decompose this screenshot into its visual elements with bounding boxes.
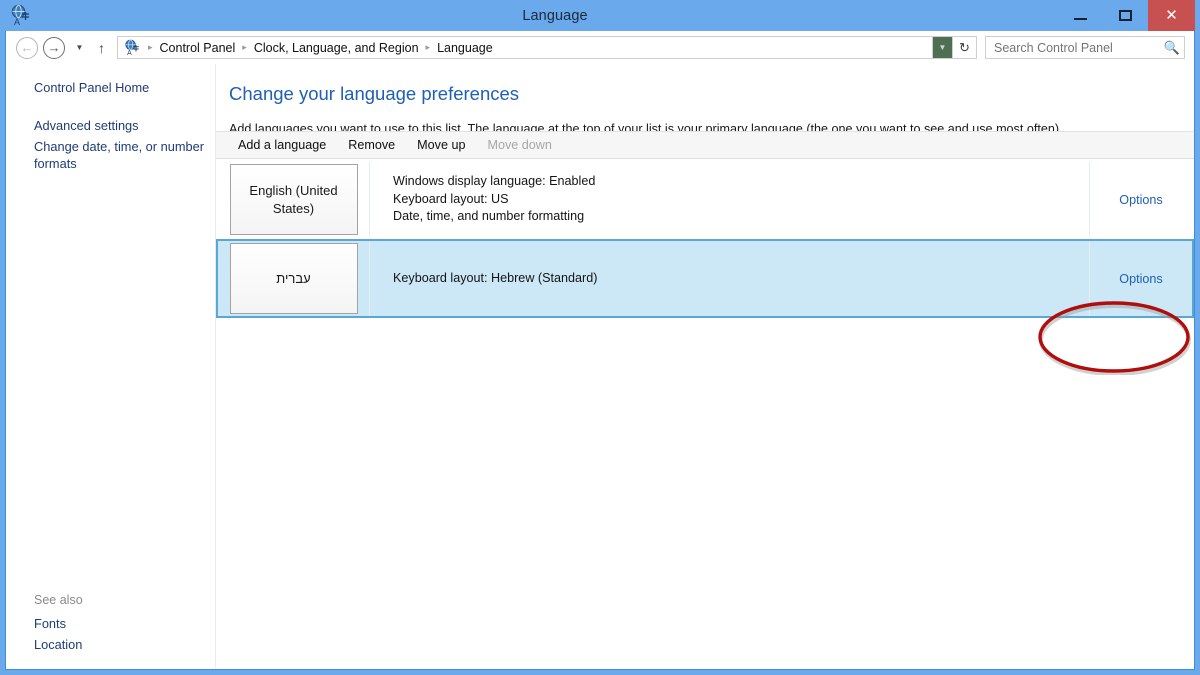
breadcrumb-item-language[interactable]: Language — [434, 41, 496, 55]
sidebar-item-control-panel-home[interactable]: Control Panel Home — [6, 77, 215, 98]
search-box[interactable]: 🔍 — [985, 36, 1185, 59]
close-icon: ✕ — [1165, 7, 1178, 24]
add-a-language-button[interactable]: Add a language — [227, 135, 337, 155]
content-split: Control Panel Home Advanced settings Cha… — [6, 64, 1194, 669]
window-title: Language — [522, 7, 588, 24]
language-list: English (United States) Windows display … — [216, 160, 1194, 318]
see-also-heading: See also — [34, 593, 83, 607]
language-options-cell: Options — [1089, 162, 1192, 237]
language-row-english[interactable]: English (United States) Windows display … — [216, 160, 1194, 239]
maximize-button[interactable] — [1103, 0, 1148, 31]
command-toolbar: Add a language Remove Move up Move down — [216, 131, 1194, 159]
language-name-tile: English (United States) — [229, 164, 358, 235]
breadcrumb-separator: ▸ — [242, 42, 247, 52]
breadcrumb-item-clock-language-region[interactable]: Clock, Language, and Region — [251, 41, 422, 55]
language-tile-wrap: English (United States) — [218, 162, 359, 237]
forward-arrow-icon: → — [47, 40, 61, 55]
language-detail-keyboard-layout: Keyboard layout: Hebrew (Standard) — [393, 270, 598, 285]
page-title: Change your language preferences — [229, 83, 520, 104]
svg-text:A: A — [127, 50, 132, 56]
search-icon: 🔍 — [1163, 39, 1180, 55]
back-arrow-icon: ← — [20, 40, 34, 55]
language-options-cell: Options — [1089, 241, 1192, 316]
forward-button[interactable]: → — [43, 36, 65, 59]
chevron-down-icon: ▼ — [938, 43, 947, 52]
client-area: ← → ▼ ↑ A ▸ Control Panel ▸ Clock, Langu… — [5, 31, 1195, 670]
minimize-icon — [1074, 17, 1087, 20]
previous-locations-dropdown[interactable]: ▼ — [933, 36, 953, 59]
remove-button[interactable]: Remove — [337, 135, 406, 155]
breadcrumb-item-control-panel[interactable]: Control Panel — [157, 41, 239, 55]
up-arrow-icon: ↑ — [98, 39, 105, 56]
address-bar: ← → ▼ ↑ A ▸ Control Panel ▸ Clock, Langu… — [6, 31, 1194, 64]
language-detail-display-language: Windows display language: Enabled — [393, 174, 596, 189]
language-name-tile: עברית — [229, 243, 358, 314]
sidebar: Control Panel Home Advanced settings Cha… — [6, 64, 216, 669]
maximize-icon — [1119, 10, 1132, 21]
sidebar-item-location[interactable]: Location — [6, 634, 215, 655]
language-details: Windows display language: Enabled Keyboa… — [369, 162, 1089, 237]
breadcrumb-separator: ▸ — [425, 42, 431, 52]
breadcrumb-separator: ▸ — [148, 42, 153, 52]
sidebar-item-change-date-time-number-formats[interactable]: Change date, time, or number formats — [6, 136, 215, 174]
minimize-button[interactable] — [1058, 0, 1103, 31]
svg-text:A: A — [14, 17, 20, 26]
sidebar-item-fonts[interactable]: Fonts — [6, 613, 215, 634]
chevron-down-icon: ▼ — [75, 43, 84, 52]
language-control-panel-window: A Language ✕ ← → ▼ ↑ A ▸ Control Panel ▸… — [0, 0, 1200, 675]
main-content: Change your language preferences Add lan… — [216, 64, 1194, 669]
language-detail-formatting: Date, time, and number formatting — [393, 209, 585, 224]
options-link-english[interactable]: Options — [1119, 193, 1162, 207]
language-details: Keyboard layout: Hebrew (Standard) — [369, 241, 1089, 316]
see-also-section: See also Fonts Location — [6, 593, 215, 655]
window-controls: ✕ — [1058, 0, 1195, 31]
recent-pages-dropdown[interactable]: ▼ — [71, 37, 88, 59]
close-button[interactable]: ✕ — [1148, 0, 1195, 31]
breadcrumb[interactable]: A ▸ Control Panel ▸ Clock, Language, and… — [117, 36, 933, 59]
move-up-button[interactable]: Move up — [406, 135, 476, 155]
refresh-icon: ↻ — [959, 39, 970, 55]
language-tile-wrap: עברית — [218, 241, 359, 316]
sidebar-item-advanced-settings[interactable]: Advanced settings — [6, 115, 215, 136]
language-globe-icon: A — [10, 4, 32, 27]
refresh-button[interactable]: ↻ — [953, 36, 977, 59]
options-link-hebrew[interactable]: Options — [1119, 272, 1162, 286]
language-row-hebrew[interactable]: עברית Keyboard layout: Hebrew (Standard)… — [216, 239, 1194, 318]
language-globe-icon: A — [124, 39, 141, 57]
move-down-button: Move down — [476, 135, 562, 155]
back-button[interactable]: ← — [16, 36, 38, 59]
up-one-level-button[interactable]: ↑ — [90, 37, 113, 59]
search-input[interactable] — [994, 40, 1160, 55]
language-detail-keyboard-layout: Keyboard layout: US — [393, 191, 509, 206]
title-bar: A Language ✕ — [5, 0, 1195, 31]
